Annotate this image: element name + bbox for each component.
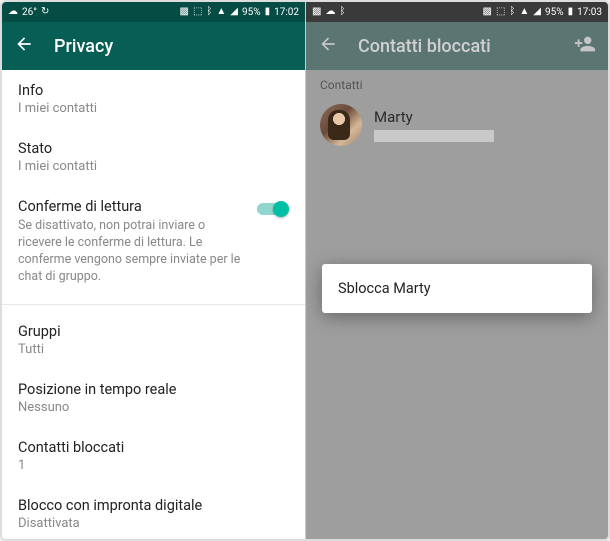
- setting-label: Posizione in tempo reale: [18, 381, 289, 398]
- setting-stato[interactable]: Stato I miei contatti: [2, 128, 305, 186]
- add-person-icon: [574, 33, 596, 55]
- status-battery: 95%: [545, 7, 564, 18]
- setting-value: I miei contatti: [18, 101, 289, 116]
- add-contact-button[interactable]: [574, 33, 596, 59]
- arrow-left-icon: [14, 34, 34, 54]
- setting-info[interactable]: Info I miei contatti: [2, 70, 305, 128]
- setting-label: Gruppi: [18, 323, 289, 340]
- context-menu: Sblocca Marty: [322, 264, 592, 313]
- status-bar: ☁ 26° ↻ ▩ ⬚ ᛒ ▲ ◢ 95% ▮ 17:02: [2, 2, 305, 22]
- battery-icon: ▮: [265, 7, 271, 17]
- bluetooth-icon: ᛒ: [206, 7, 212, 17]
- status-bar: ▩ ☁ ᛒ ▩ ⬚ ᛒ ▲ ◢ 95% ▮ 17:03: [306, 2, 608, 22]
- setting-label: Contatti bloccati: [18, 439, 289, 456]
- setting-realtime-location[interactable]: Posizione in tempo reale Nessuno: [2, 369, 305, 427]
- contact-name: Marty: [374, 108, 494, 126]
- unblock-action[interactable]: Sblocca Marty: [338, 280, 576, 297]
- screen-privacy-settings: ☁ 26° ↻ ▩ ⬚ ᛒ ▲ ◢ 95% ▮ 17:02 Privacy: [2, 2, 305, 539]
- screenshot-icon: ▩: [312, 7, 321, 17]
- setting-fingerprint-lock[interactable]: Blocco con impronta digitale Disattivata: [2, 485, 305, 540]
- toggle-thumb: [273, 201, 289, 217]
- screenshot-icon: ▩: [179, 7, 188, 17]
- bluetooth-icon: ᛒ: [509, 7, 515, 17]
- status-time: 17:03: [577, 7, 602, 18]
- section-header: Contatti: [306, 70, 608, 96]
- setting-value: Disattivata: [18, 516, 289, 531]
- sync-icon: ↻: [41, 7, 49, 17]
- status-battery: 95%: [242, 7, 261, 18]
- back-button[interactable]: [14, 34, 34, 58]
- divider: [2, 304, 305, 305]
- setting-blocked-contacts[interactable]: Contatti bloccati 1: [2, 427, 305, 485]
- settings-list[interactable]: Info I miei contatti Stato I miei contat…: [2, 70, 305, 539]
- read-receipts-toggle[interactable]: [255, 200, 289, 218]
- vibrate-icon: ⬚: [496, 7, 505, 17]
- vibrate-icon: ⬚: [193, 7, 202, 17]
- arrow-left-icon: [318, 34, 338, 54]
- app-bar: Privacy: [2, 22, 305, 70]
- battery-icon: ▮: [568, 7, 574, 17]
- setting-value: I miei contatti: [18, 159, 289, 174]
- page-title: Contatti bloccati: [358, 36, 554, 57]
- bluetooth-icon: ᛒ: [339, 7, 345, 17]
- setting-value: Nessuno: [18, 400, 289, 415]
- back-button[interactable]: [318, 34, 338, 58]
- weather-icon: ☁: [8, 7, 18, 17]
- setting-value: 1: [18, 458, 289, 473]
- setting-gruppi[interactable]: Gruppi Tutti: [2, 311, 305, 369]
- setting-label: Stato: [18, 140, 289, 157]
- setting-description: Se disattivato, non potrai inviare o ric…: [18, 218, 245, 286]
- status-temperature: 26°: [22, 7, 37, 18]
- page-title: Privacy: [54, 36, 293, 57]
- app-bar: Contatti bloccati: [306, 22, 608, 70]
- signal-icon: ◢: [533, 7, 541, 17]
- setting-label: Blocco con impronta digitale: [18, 497, 289, 514]
- setting-label: Info: [18, 82, 289, 99]
- setting-value: Tutti: [18, 342, 289, 357]
- wifi-icon: ▲: [216, 7, 226, 17]
- status-time: 17:02: [274, 7, 299, 18]
- weather-icon: ☁: [325, 7, 335, 17]
- setting-label: Conferme di lettura: [18, 198, 245, 215]
- screenshot-icon: ▩: [482, 7, 491, 17]
- contact-status-redacted: [374, 130, 494, 142]
- signal-icon: ◢: [230, 7, 238, 17]
- screen-blocked-contacts: ▩ ☁ ᛒ ▩ ⬚ ᛒ ▲ ◢ 95% ▮ 17:03 Contatti blo…: [305, 2, 608, 539]
- avatar: [320, 104, 362, 146]
- blocked-contact-row[interactable]: Marty: [306, 96, 608, 154]
- wifi-icon: ▲: [519, 7, 529, 17]
- setting-read-receipts[interactable]: Conferme di lettura Se disattivato, non …: [2, 186, 305, 298]
